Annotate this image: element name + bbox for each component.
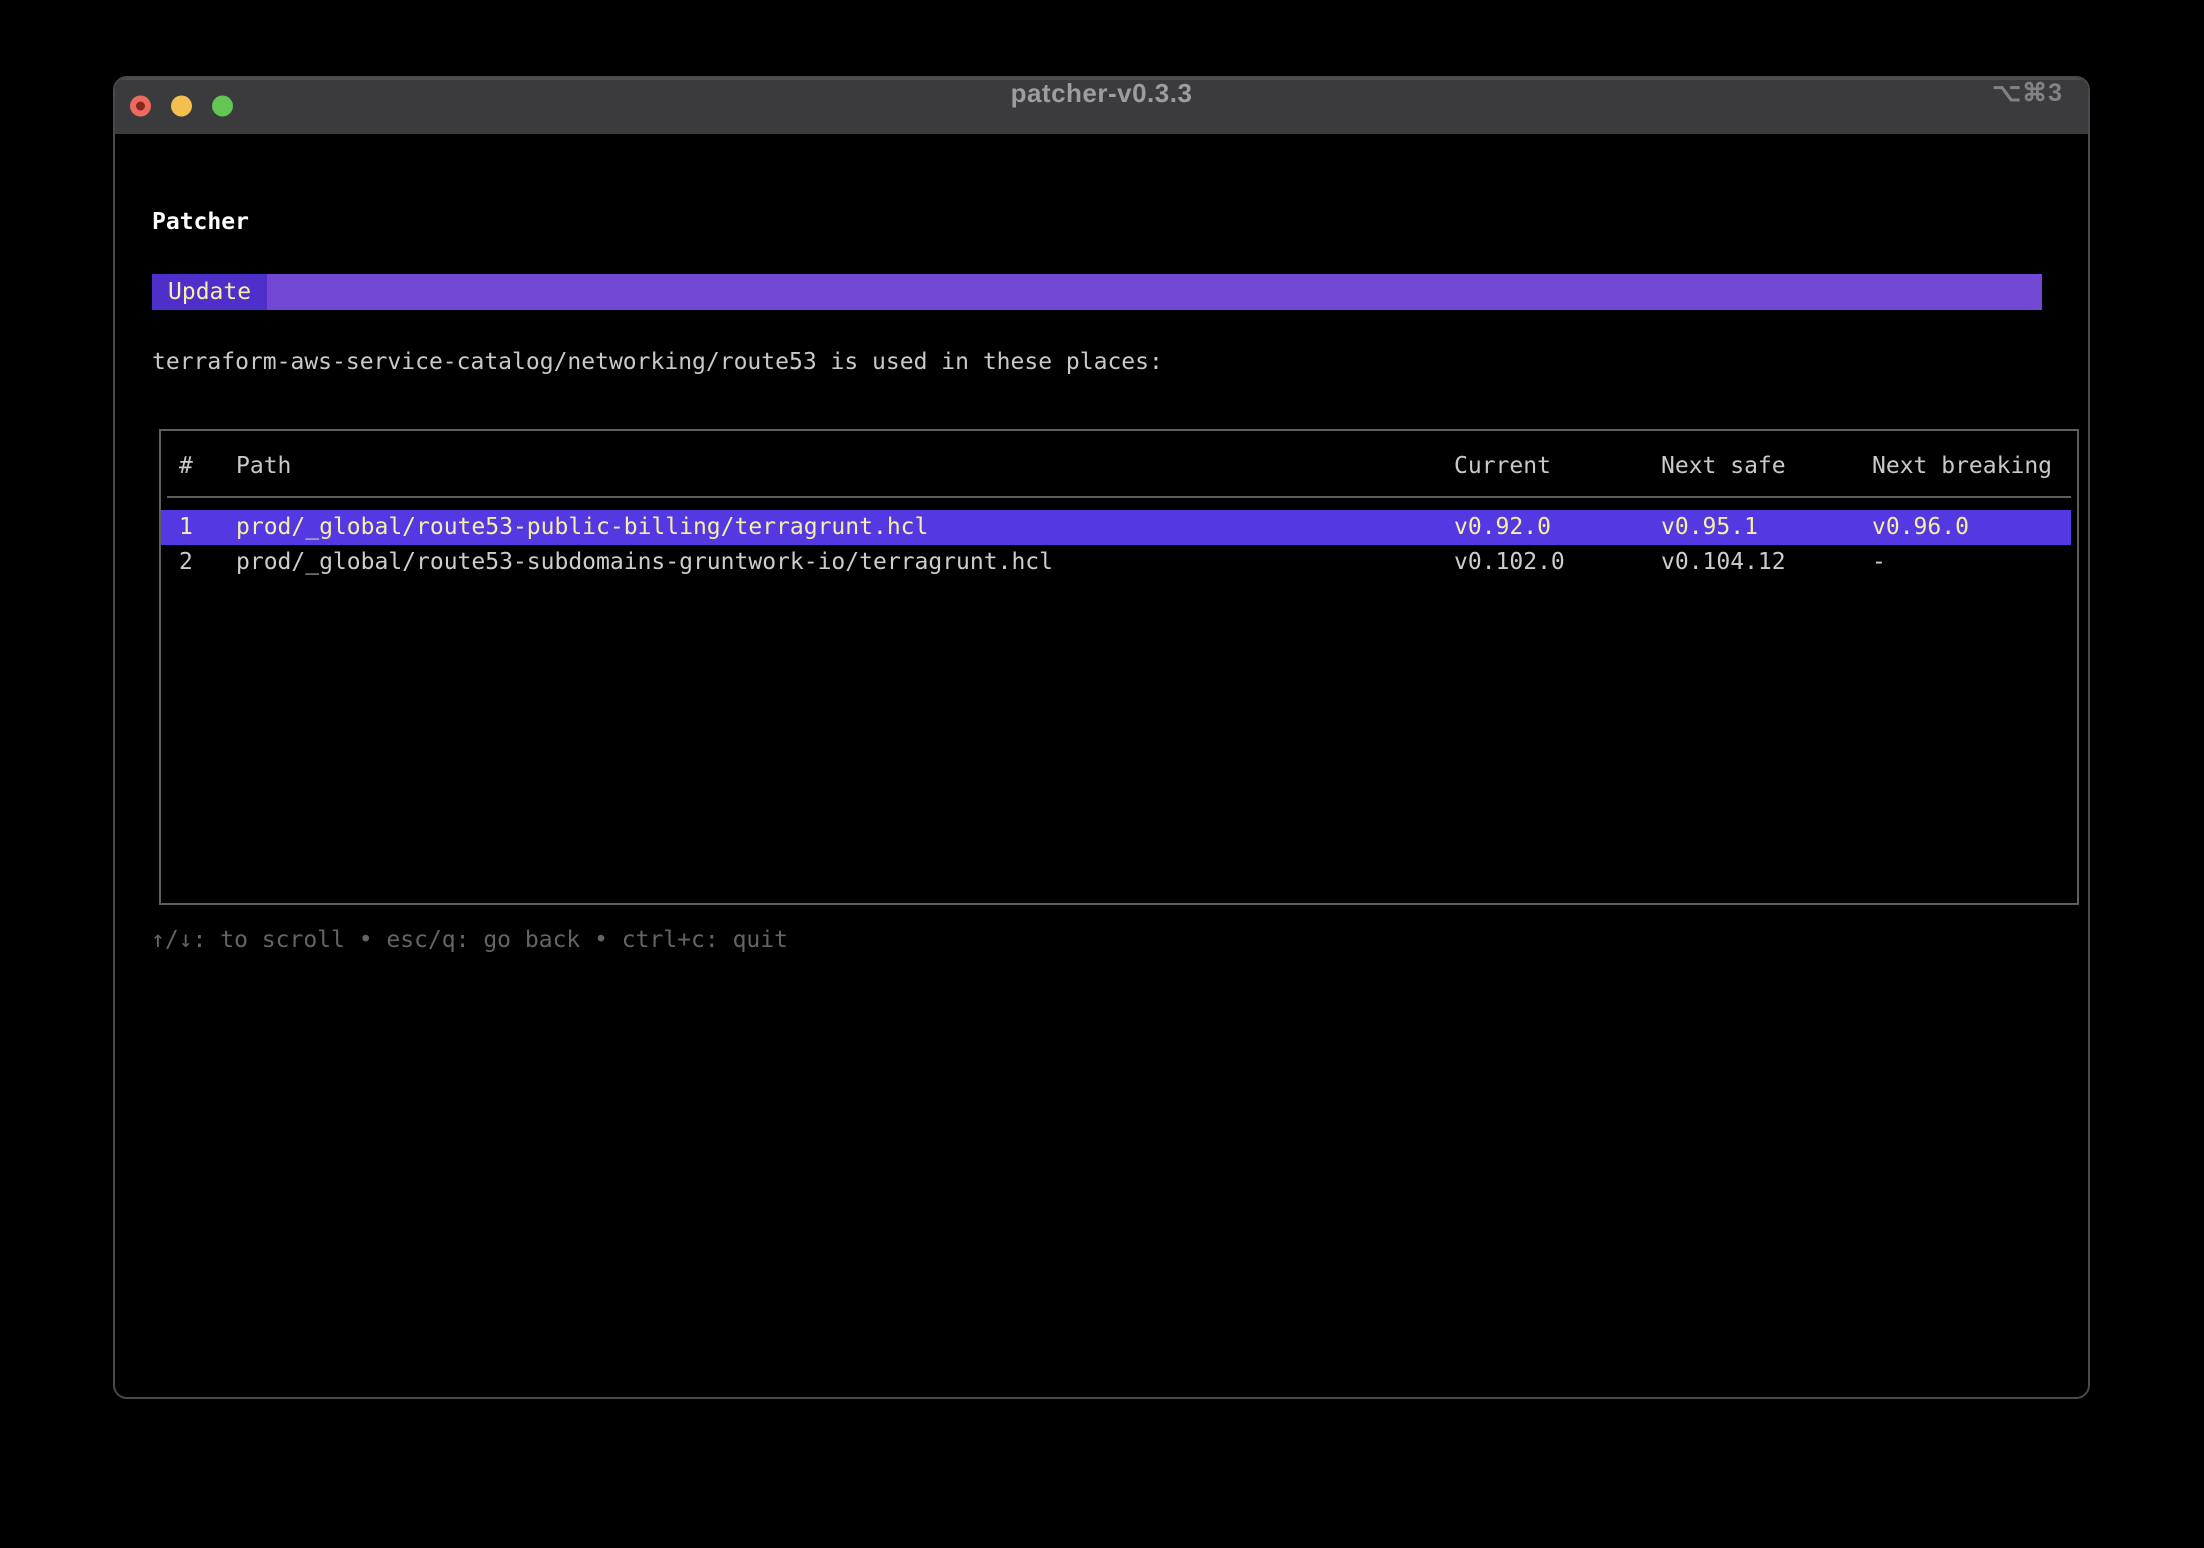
window-title: patcher-v0.3.3 bbox=[115, 78, 2088, 109]
row-index: 2 bbox=[179, 545, 193, 580]
window-shortcut-hint: ⌥⌘3 bbox=[1992, 78, 2063, 108]
col-header-current: Current bbox=[1454, 449, 1551, 484]
col-header-next-safe: Next safe bbox=[1661, 449, 1786, 484]
minimize-button[interactable] bbox=[171, 96, 192, 117]
window-titlebar[interactable]: patcher-v0.3.3 ⌥⌘3 bbox=[115, 78, 2088, 134]
terminal-content: Patcher Update terraform-aws-service-cat… bbox=[115, 134, 2088, 1397]
header-separator bbox=[167, 496, 2071, 498]
row-path: prod/_global/route53-subdomains-gruntwor… bbox=[236, 545, 1053, 580]
row-index: 1 bbox=[179, 510, 193, 545]
table-header-row: # Path Current Next safe Next breaking bbox=[161, 449, 2077, 484]
keybind-help: ↑/↓: to scroll • esc/q: go back • ctrl+c… bbox=[151, 924, 788, 956]
traffic-lights bbox=[130, 96, 233, 117]
row-next-safe-version: v0.95.1 bbox=[1661, 510, 1758, 545]
row-next-breaking-version: - bbox=[1872, 545, 1886, 580]
tab-update[interactable]: Update bbox=[152, 274, 267, 310]
table-row[interactable]: 2 prod/_global/route53-subdomains-gruntw… bbox=[161, 545, 2077, 580]
row-current-version: v0.92.0 bbox=[1454, 510, 1551, 545]
app-heading: Patcher bbox=[152, 206, 249, 238]
row-next-safe-version: v0.104.12 bbox=[1661, 545, 1786, 580]
terminal-window: patcher-v0.3.3 ⌥⌘3 Patcher Update terraf… bbox=[113, 76, 2090, 1399]
col-header-path: Path bbox=[236, 449, 291, 484]
usage-table: # Path Current Next safe Next breaking 1… bbox=[159, 429, 2079, 905]
col-header-index: # bbox=[179, 449, 193, 484]
close-button[interactable] bbox=[130, 96, 151, 117]
table-row-selected[interactable]: 1 prod/_global/route53-public-billing/te… bbox=[161, 510, 2071, 545]
tab-bar: Update bbox=[152, 274, 2042, 310]
unsaved-indicator-icon bbox=[136, 102, 145, 111]
row-path: prod/_global/route53-public-billing/terr… bbox=[236, 510, 928, 545]
fullscreen-button[interactable] bbox=[212, 96, 233, 117]
col-header-next-breaking: Next breaking bbox=[1872, 449, 2052, 484]
row-current-version: v0.102.0 bbox=[1454, 545, 1565, 580]
row-next-breaking-version: v0.96.0 bbox=[1872, 510, 1969, 545]
usage-description: terraform-aws-service-catalog/networking… bbox=[152, 346, 1163, 378]
